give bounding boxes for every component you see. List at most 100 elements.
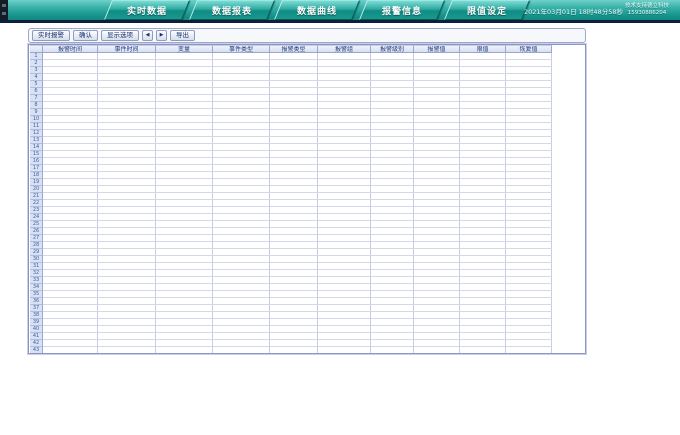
table-cell xyxy=(318,74,371,81)
table-cell xyxy=(414,200,460,207)
table-row[interactable]: 16 xyxy=(30,158,552,165)
table-row[interactable]: 37 xyxy=(30,305,552,312)
table-cell xyxy=(270,165,318,172)
table-cell xyxy=(98,319,156,326)
table-cell xyxy=(318,200,371,207)
tab-limit-setting[interactable]: 限值设定 xyxy=(444,0,530,20)
table-row[interactable]: 26 xyxy=(30,228,552,235)
table-cell xyxy=(460,53,506,60)
table-row[interactable]: 14 xyxy=(30,144,552,151)
nav-tabs: 实时数据数据报表数据曲线报警信息限值设定 xyxy=(108,0,533,20)
table-cell xyxy=(156,242,213,249)
table-cell xyxy=(43,151,98,158)
table-cell xyxy=(318,102,371,109)
table-row[interactable]: 18 xyxy=(30,172,552,179)
table-row[interactable]: 19 xyxy=(30,179,552,186)
next-page-button[interactable]: ▶ xyxy=(156,30,167,41)
table-row[interactable]: 6 xyxy=(30,88,552,95)
divider-strip xyxy=(0,20,680,23)
display-options-button[interactable]: 显示选项 xyxy=(101,30,139,41)
alarm-table[interactable]: 报警时间事件时间变量事件类型报警类型报警组报警级别报警值限值恢复值1234567… xyxy=(28,44,586,354)
table-cell xyxy=(43,165,98,172)
column-header[interactable]: 事件类型 xyxy=(213,45,270,53)
table-row[interactable]: 41 xyxy=(30,333,552,340)
table-row[interactable]: 32 xyxy=(30,270,552,277)
column-header[interactable]: 限值 xyxy=(460,45,506,53)
export-button[interactable]: 导出 xyxy=(170,30,195,41)
table-cell xyxy=(213,193,270,200)
table-cell xyxy=(460,130,506,137)
table-cell xyxy=(98,333,156,340)
table-cell xyxy=(371,193,414,200)
tab-data-report[interactable]: 数据报表 xyxy=(189,0,275,20)
table-row[interactable]: 8 xyxy=(30,102,552,109)
table-row[interactable]: 22 xyxy=(30,200,552,207)
table-row[interactable]: 5 xyxy=(30,81,552,88)
table-cell xyxy=(460,102,506,109)
column-header[interactable]: 恢复值 xyxy=(506,45,552,53)
table-row[interactable]: 15 xyxy=(30,151,552,158)
table-row[interactable]: 28 xyxy=(30,242,552,249)
table-row[interactable]: 42 xyxy=(30,340,552,347)
table-cell xyxy=(318,123,371,130)
table-row[interactable]: 40 xyxy=(30,326,552,333)
table-row[interactable]: 23 xyxy=(30,207,552,214)
table-row[interactable]: 31 xyxy=(30,263,552,270)
table-cell xyxy=(213,165,270,172)
table-row[interactable]: 13 xyxy=(30,137,552,144)
column-header[interactable]: 报警级别 xyxy=(371,45,414,53)
table-row[interactable]: 30 xyxy=(30,256,552,263)
table-cell xyxy=(156,88,213,95)
table-row[interactable]: 34 xyxy=(30,284,552,291)
column-header[interactable]: 变量 xyxy=(156,45,213,53)
column-header[interactable]: 报警时间 xyxy=(43,45,98,53)
column-header[interactable]: 事件时间 xyxy=(98,45,156,53)
table-row[interactable]: 33 xyxy=(30,277,552,284)
table-row[interactable]: 20 xyxy=(30,186,552,193)
table-cell xyxy=(213,270,270,277)
row-number: 39 xyxy=(30,319,43,326)
table-row[interactable]: 9 xyxy=(30,109,552,116)
table-cell xyxy=(270,214,318,221)
table-row[interactable]: 27 xyxy=(30,235,552,242)
table-row[interactable]: 1 xyxy=(30,53,552,60)
table-cell xyxy=(506,242,552,249)
table-cell xyxy=(371,340,414,347)
table-cell xyxy=(270,270,318,277)
table-row[interactable]: 39 xyxy=(30,319,552,326)
table-row[interactable]: 3 xyxy=(30,67,552,74)
table-row[interactable]: 25 xyxy=(30,221,552,228)
prev-page-button[interactable]: ◀ xyxy=(142,30,153,41)
table-row[interactable]: 2 xyxy=(30,60,552,67)
table-row[interactable]: 36 xyxy=(30,298,552,305)
table-row[interactable]: 29 xyxy=(30,249,552,256)
table-row[interactable]: 21 xyxy=(30,193,552,200)
table-row[interactable]: 4 xyxy=(30,74,552,81)
realtime-alarm-button[interactable]: 实时报警 xyxy=(32,30,70,41)
table-cell xyxy=(43,242,98,249)
table-row[interactable]: 24 xyxy=(30,214,552,221)
tab-alarm-info[interactable]: 报警信息 xyxy=(359,0,445,20)
table-cell xyxy=(414,172,460,179)
table-row[interactable]: 10 xyxy=(30,116,552,123)
table-row[interactable]: 12 xyxy=(30,130,552,137)
row-number: 27 xyxy=(30,235,43,242)
column-header[interactable]: 报警组 xyxy=(318,45,371,53)
tab-data-curve[interactable]: 数据曲线 xyxy=(274,0,360,20)
table-row[interactable]: 43 xyxy=(30,347,552,354)
column-header[interactable]: 报警值 xyxy=(414,45,460,53)
confirm-button[interactable]: 确认 xyxy=(73,30,98,41)
tab-realtime-data[interactable]: 实时数据 xyxy=(104,0,190,20)
table-cell xyxy=(414,186,460,193)
table-row[interactable]: 38 xyxy=(30,312,552,319)
table-row[interactable]: 17 xyxy=(30,165,552,172)
column-header[interactable]: 报警类型 xyxy=(270,45,318,53)
table-row[interactable]: 35 xyxy=(30,291,552,298)
table-cell xyxy=(371,333,414,340)
table-cell xyxy=(43,200,98,207)
table-cell xyxy=(318,88,371,95)
table-row[interactable]: 7 xyxy=(30,95,552,102)
table-row[interactable]: 11 xyxy=(30,123,552,130)
table-cell xyxy=(371,123,414,130)
row-number: 7 xyxy=(30,95,43,102)
